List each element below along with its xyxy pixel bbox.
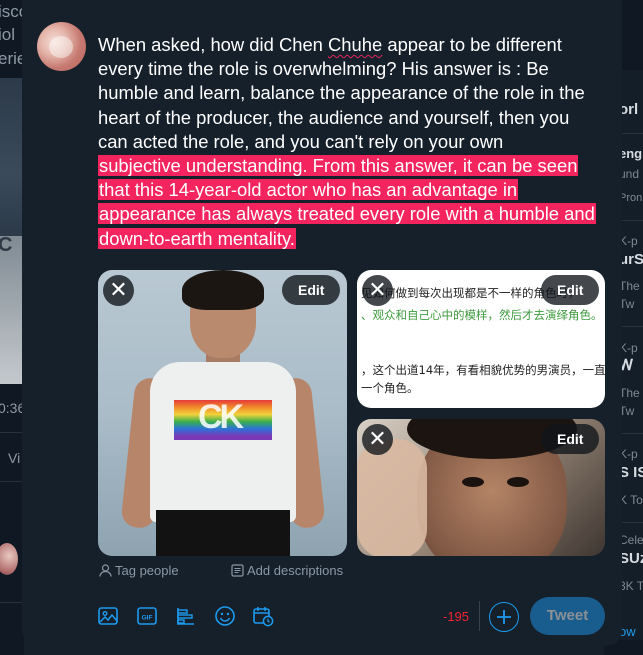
svg-text:GIF: GIF (142, 615, 153, 622)
background-image (0, 236, 24, 384)
text-line: When asked, how did Chen Chuhe appear to… (98, 33, 610, 57)
remove-media-button[interactable]: ✕ (362, 424, 393, 455)
overflow-text-line: down-to-earth mentality. (98, 227, 610, 251)
text-line: humble and learn, balance the appearance… (98, 82, 585, 104)
gif-icon[interactable]: GIF (136, 605, 158, 627)
trend-text: eng (619, 146, 643, 161)
photo-content (357, 439, 427, 556)
background-text: C (0, 234, 13, 256)
add-descriptions-button[interactable]: Add descriptions (231, 563, 343, 578)
remove-media-button[interactable]: ✕ (362, 275, 393, 306)
trend-text: und (619, 167, 640, 181)
trend-text: The (619, 279, 640, 293)
photo-content (462, 477, 484, 487)
photo-content (156, 510, 290, 556)
trend-text: Pron (619, 192, 643, 204)
trend-text: urS (619, 251, 643, 268)
overflow-highlight: subjective understanding. From this answ… (98, 154, 579, 176)
photo-content (150, 362, 296, 522)
edit-media-button[interactable]: Edit (541, 275, 600, 305)
text-line: heart of the producer, the audience and … (98, 106, 570, 128)
background-image (0, 78, 24, 238)
trend-text: The (619, 386, 640, 400)
background-text: isco (0, 2, 24, 21)
trend-text: S IS (619, 464, 643, 481)
person-icon (99, 564, 112, 577)
edit-media-button[interactable]: Edit (541, 424, 600, 454)
spellcheck-word: Chuhe (328, 34, 383, 55)
tag-people-button[interactable]: Tag people (99, 563, 179, 578)
photo-logo-text: CK (198, 398, 244, 436)
emoji-icon[interactable] (214, 605, 236, 627)
image-icon[interactable] (97, 605, 119, 627)
text-segment: When asked, how did Chen (98, 34, 329, 55)
trend-text: 3K T (619, 579, 643, 593)
overflow-text-line: appearance has always treated every role… (98, 202, 610, 226)
text-line: can acted the role, and you can't rely o… (98, 130, 504, 152)
background-text: erie (0, 49, 24, 68)
close-icon: ✕ (109, 277, 128, 302)
close-icon: ✕ (368, 277, 387, 302)
trend-text: SUz (619, 550, 643, 567)
character-counter: -195 (443, 609, 470, 624)
overflow-text-line: that this 14-year-old actor who has an a… (98, 178, 610, 202)
tweet-text-editor[interactable]: When asked, how did Chen Chuhe appear to… (98, 33, 610, 251)
background-timeline-left: isco iol erie C 0:36 Vi (0, 0, 24, 655)
toolbar-divider (479, 601, 480, 631)
background-avatar (0, 543, 18, 575)
close-icon: ✕ (368, 426, 387, 451)
plus-icon (497, 610, 511, 624)
background-text: iol (0, 25, 16, 44)
attached-photo-1[interactable]: CK ✕ Edit (98, 270, 347, 556)
overflow-highlight: that this 14-year-old actor who has an a… (98, 179, 519, 201)
overflow-highlight: appearance has always treated every role… (98, 203, 596, 225)
photo-content (507, 477, 529, 487)
add-tweet-button[interactable] (489, 602, 519, 632)
image-text-line: 一个角色。 (361, 381, 419, 395)
add-descriptions-label: Add descriptions (247, 563, 344, 578)
poll-icon[interactable] (175, 605, 197, 627)
user-avatar[interactable] (37, 22, 86, 71)
background-text: 0:36 (0, 400, 24, 416)
description-icon (231, 564, 244, 577)
schedule-icon[interactable] (252, 605, 274, 627)
background-text: Vi (8, 450, 21, 466)
image-text-line: ，这个出道14年，有看相貌优势的男演员，一直 (361, 363, 605, 377)
trend-text: K To (619, 493, 643, 507)
overflow-text-line: subjective understanding. From this answ… (98, 154, 610, 178)
tag-people-label: Tag people (115, 563, 179, 578)
attached-photo-2[interactable]: 见如何做到每次出现都是不一样的角色时， 、观众和自己心中的模样，然后才去演绎角色… (357, 270, 605, 408)
trend-text: Cele (619, 533, 643, 547)
text-segment: appear to be different (382, 34, 562, 55)
photo-content (182, 270, 264, 310)
overflow-highlight: down-to-earth mentality. (98, 227, 296, 249)
remove-media-button[interactable]: ✕ (103, 275, 134, 306)
text-line: every time the role is overwhelming? His… (98, 58, 549, 80)
image-text-line: 、观众和自己心中的模样，然后才去演绎角色。 (361, 308, 603, 322)
edit-media-button[interactable]: Edit (282, 275, 341, 305)
tweet-button[interactable]: Tweet (530, 597, 605, 635)
attached-photo-3[interactable]: ✕ Edit (357, 419, 605, 556)
